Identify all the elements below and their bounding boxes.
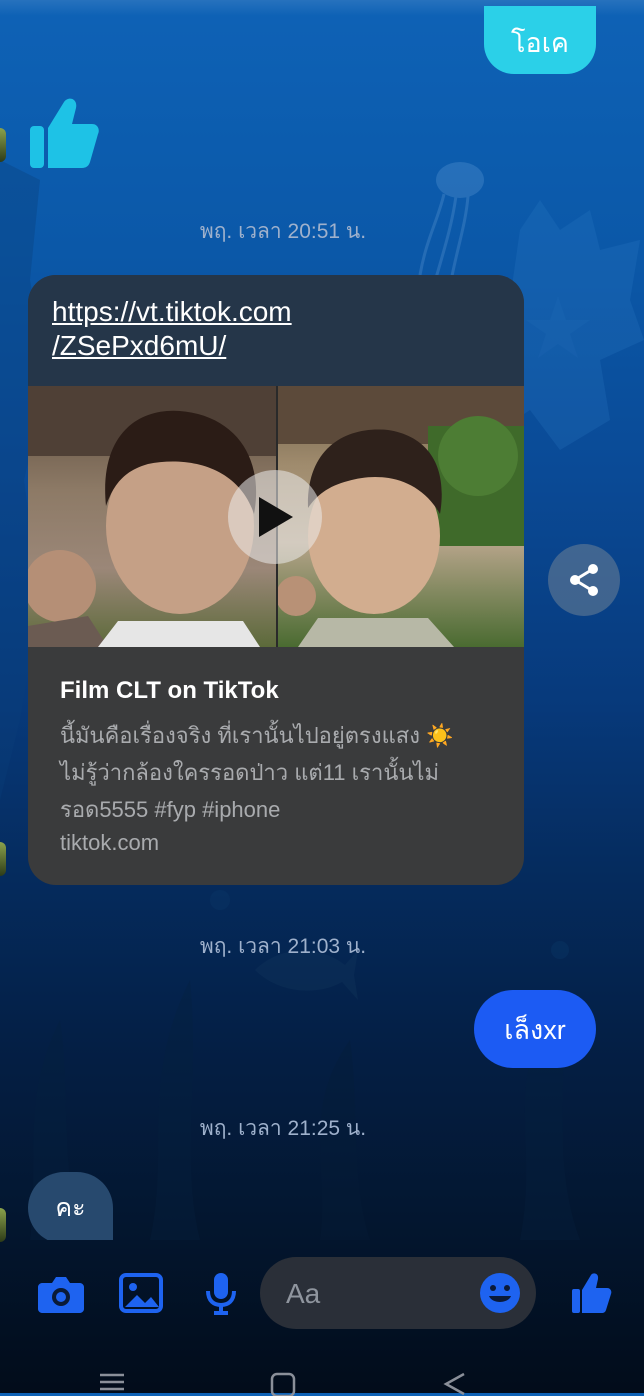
microphone-button[interactable] [196,1268,246,1318]
emoji-icon[interactable] [478,1271,522,1315]
message-list-clip: คะ [0,0,644,1240]
message-input[interactable] [284,1273,478,1315]
received-message-bubble[interactable]: คะ [28,1172,113,1240]
thumbs-up-icon [572,1273,612,1313]
recent-apps-icon[interactable] [98,1372,126,1392]
camera-icon [38,1277,84,1313]
microphone-icon [206,1273,236,1315]
camera-button[interactable] [36,1268,86,1318]
message-input-pill[interactable] [260,1257,536,1329]
system-nav-bar [0,1352,644,1393]
like-button[interactable] [566,1268,616,1318]
gallery-button[interactable] [116,1268,166,1318]
home-icon[interactable] [270,1372,296,1396]
message-text: คะ [55,1194,86,1222]
back-icon[interactable] [440,1372,468,1396]
image-icon [119,1273,163,1313]
